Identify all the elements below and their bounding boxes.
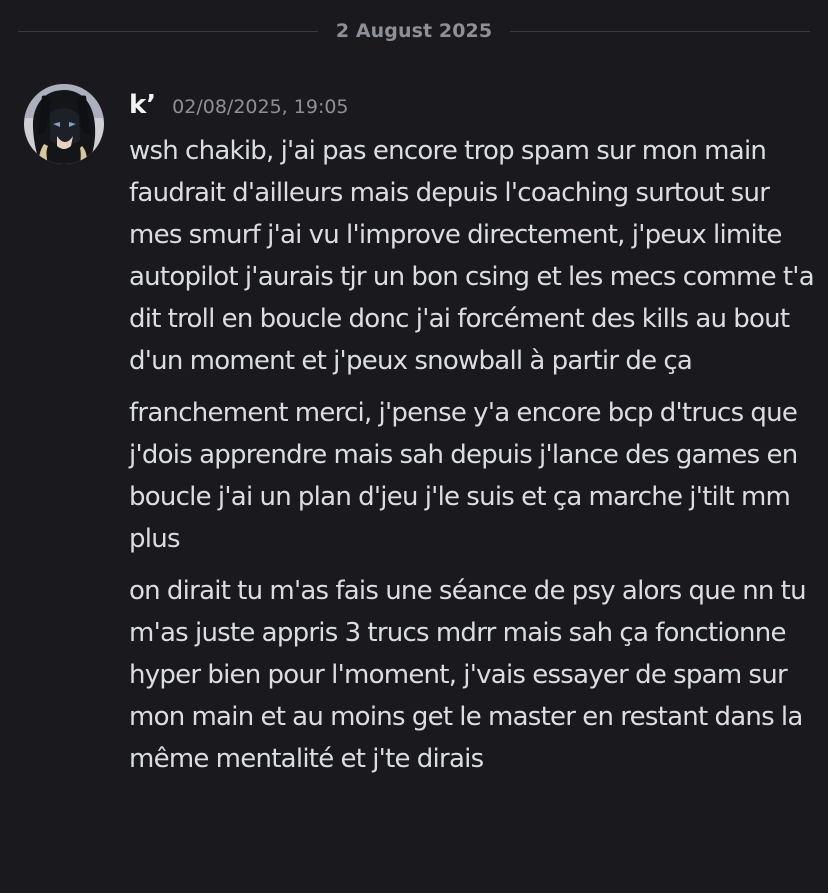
message-header: k’ 02/08/2025, 19:05 [129,90,349,120]
message-content: wsh chakib, j'ai pas encore trop spam su… [129,130,819,780]
divider-line-right [510,30,811,32]
message-paragraph-2: franchement merci, j'pense y'a encore bc… [129,398,798,554]
message-paragraph-1: wsh chakib, j'ai pas encore trop spam su… [129,136,815,376]
divider-line-left [18,30,318,32]
message-paragraph-3: on dirait tu m'as fais une séance de psy… [129,576,807,774]
date-divider-label: 2 August 2025 [335,20,493,42]
anime-character-avatar-icon [24,84,104,164]
avatar[interactable] [24,84,104,164]
timestamp: 02/08/2025, 19:05 [172,96,349,118]
date-divider: 2 August 2025 [18,18,811,44]
username[interactable]: k’ [129,90,156,120]
